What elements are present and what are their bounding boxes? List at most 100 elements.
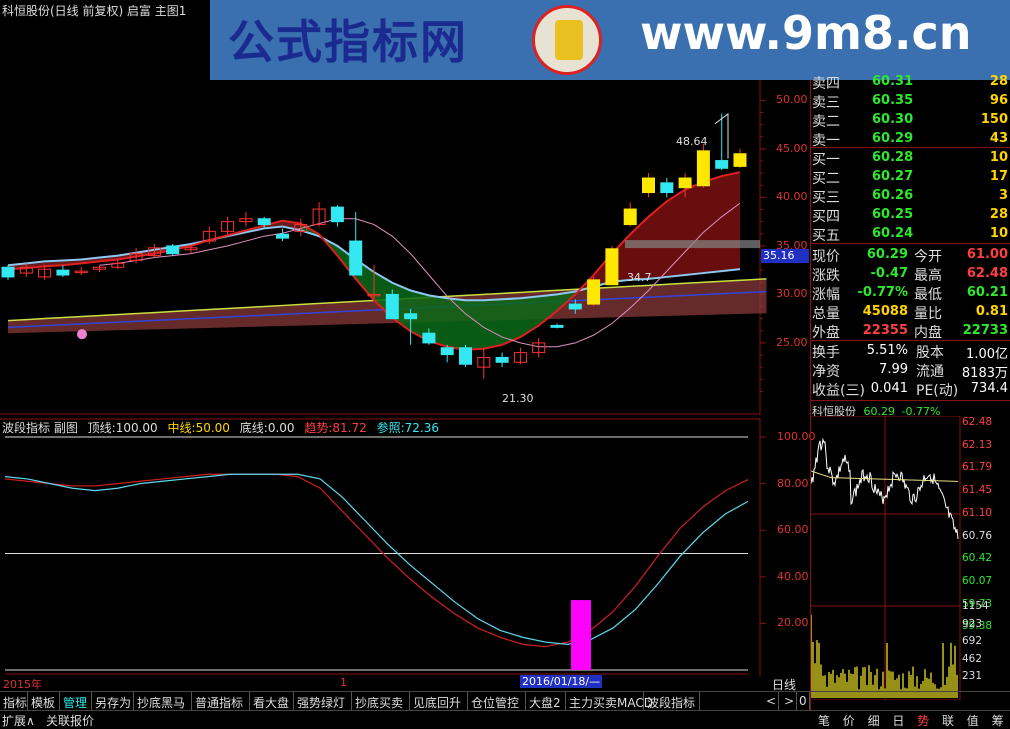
bottom-signal-bar [571, 600, 591, 670]
tab-8[interactable]: 强势绿灯 [294, 692, 352, 710]
watermark-banner: 公式指标网 www.9m8.cn [210, 0, 1010, 80]
order-volume: 17 [989, 169, 1008, 184]
quote-value: 0.81 [975, 304, 1008, 319]
fast-cloud-green [300, 223, 576, 350]
quote-value: 45088 [862, 304, 908, 319]
right-tab-7[interactable]: 值 [961, 712, 985, 729]
order-price: 60.30 [872, 112, 914, 127]
order-row: 买五 60.24 10 [812, 224, 1010, 244]
tab-5[interactable]: 抄底黑马 [134, 692, 192, 710]
candle [166, 245, 180, 255]
high-price-label: 48.64 [676, 135, 708, 148]
tab-scroll-right-button[interactable]: > [781, 692, 797, 710]
divider [810, 243, 1010, 244]
right-tab-3[interactable]: 细 [862, 712, 886, 729]
right-tab-2[interactable]: 价 [837, 712, 861, 729]
candle [422, 332, 436, 344]
tab-14[interactable]: 波段指标 [644, 692, 700, 710]
tab-7[interactable]: 看大盘 [250, 692, 294, 710]
tab-6[interactable]: 普通指标 [192, 692, 250, 710]
order-label: 买四 [812, 209, 840, 225]
candle [696, 150, 710, 187]
tab-4[interactable]: 另存为 [92, 692, 134, 710]
mini-price-axis-label: 60.07 [962, 574, 993, 587]
fund-label: PE(动) [916, 383, 959, 399]
price-zone-band [625, 240, 760, 249]
watermark-url: www.9m8.cn [640, 6, 972, 60]
fund-label: 换手 [812, 345, 840, 361]
mini-volume-axis-label: 462 [962, 652, 983, 665]
tab-10[interactable]: 见底回升 [410, 692, 468, 710]
tab-11[interactable]: 仓位管控 [468, 692, 526, 710]
fund-label: 流通 [916, 364, 944, 380]
price-axis-label: 25.00 [776, 335, 808, 349]
right-tab-1[interactable]: 笔 [812, 712, 836, 729]
quote-row: 涨幅 -0.77% 最低 60.21 [812, 283, 1010, 303]
right-panel-divider [810, 80, 811, 710]
order-row: 买二 60.27 17 [812, 167, 1010, 187]
order-price: 60.35 [872, 93, 914, 108]
order-label: 买一 [812, 152, 840, 168]
order-label: 买三 [812, 190, 840, 206]
order-volume: 43 [989, 131, 1008, 146]
indicator-chart[interactable] [0, 418, 810, 676]
quote-label: 涨幅 [812, 287, 840, 303]
candle [642, 177, 655, 194]
mini-volume-axis-label: 692 [962, 635, 983, 647]
tab-1[interactable]: 指标 [0, 692, 28, 710]
candle [733, 153, 747, 167]
expand-button[interactable]: 扩展∧ [2, 712, 35, 729]
indicator-axis-label: 20.00 [777, 616, 809, 630]
watermark-site-name: 公式指标网 [228, 15, 468, 69]
mini-price-axis-label: 61.10 [962, 506, 993, 519]
tab-9[interactable]: 抄底买卖 [352, 692, 410, 710]
indicator-axis-label: 60.00 [777, 523, 809, 537]
order-volume: 150 [980, 112, 1008, 127]
candle [257, 218, 271, 226]
right-tab-8[interactable]: 筹 [986, 712, 1010, 729]
tab-12[interactable]: 大盘2 [526, 692, 566, 710]
watermark-logo-icon [532, 5, 602, 75]
divider [810, 340, 1010, 341]
fund-value: 7.99 [879, 362, 908, 377]
indicator-tab-bar: 指标 模板 管理 另存为 抄底黑马 普通指标 看大盘 强势绿灯 抄底买卖 见底回升 仓位管控 大盘2 主… [0, 691, 1010, 710]
candle [440, 347, 454, 356]
main-price-chart[interactable] [0, 80, 810, 415]
order-row: 买一 60.28 10 [812, 148, 1010, 168]
right-tab-6[interactable]: 联 [936, 712, 960, 729]
related-quote-button[interactable]: 关联报价 [46, 712, 94, 729]
candle [495, 356, 509, 363]
tab-2[interactable]: 模板 [28, 692, 60, 710]
divider [810, 147, 1010, 148]
order-volume: 96 [989, 93, 1008, 108]
order-price: 60.28 [872, 150, 914, 165]
quote-row: 外盘 22355 内盘 22733 [812, 321, 1010, 341]
tab-scroll-left-button[interactable]: < [763, 692, 779, 710]
candle [349, 240, 363, 276]
candle [56, 269, 70, 276]
order-price: 60.29 [872, 131, 914, 146]
tab-13[interactable]: 主力买卖MACD [566, 692, 653, 710]
indicator-axis-label: 80.00 [777, 476, 809, 490]
candle [678, 177, 692, 189]
quote-row: 涨跌 -0.47 最高 62.48 [812, 264, 1010, 284]
right-tab-4[interactable]: 日 [886, 712, 910, 729]
fund-row: 净资 7.99 流通 8183万 [812, 360, 1010, 381]
quote-value: 22733 [962, 323, 1008, 338]
price-axis-label: 40.00 [776, 190, 808, 204]
fund-row: 收益(三) 0.041 PE(动) 734.4 [812, 379, 1010, 399]
mini-price-axis-label: 61.45 [962, 484, 993, 497]
cursor-date: 2016/01/18/— [520, 675, 603, 688]
quote-value: 61.00 [966, 247, 1008, 262]
candle [568, 303, 582, 310]
order-price: 60.26 [872, 188, 914, 203]
right-tab-5[interactable]: 势 [911, 712, 935, 729]
buy-signal-icon [77, 329, 87, 340]
order-price: 60.31 [872, 74, 914, 89]
quote-row: 现价 60.29 今开 61.00 [812, 245, 1010, 265]
tab-3[interactable]: 管理 [60, 692, 92, 710]
low-price-label: 21.30 [502, 392, 534, 405]
mini-price-axis-label: 62.13 [962, 438, 993, 451]
indicator-series-line [4, 473, 749, 648]
fund-value: 734.4 [970, 381, 1008, 396]
